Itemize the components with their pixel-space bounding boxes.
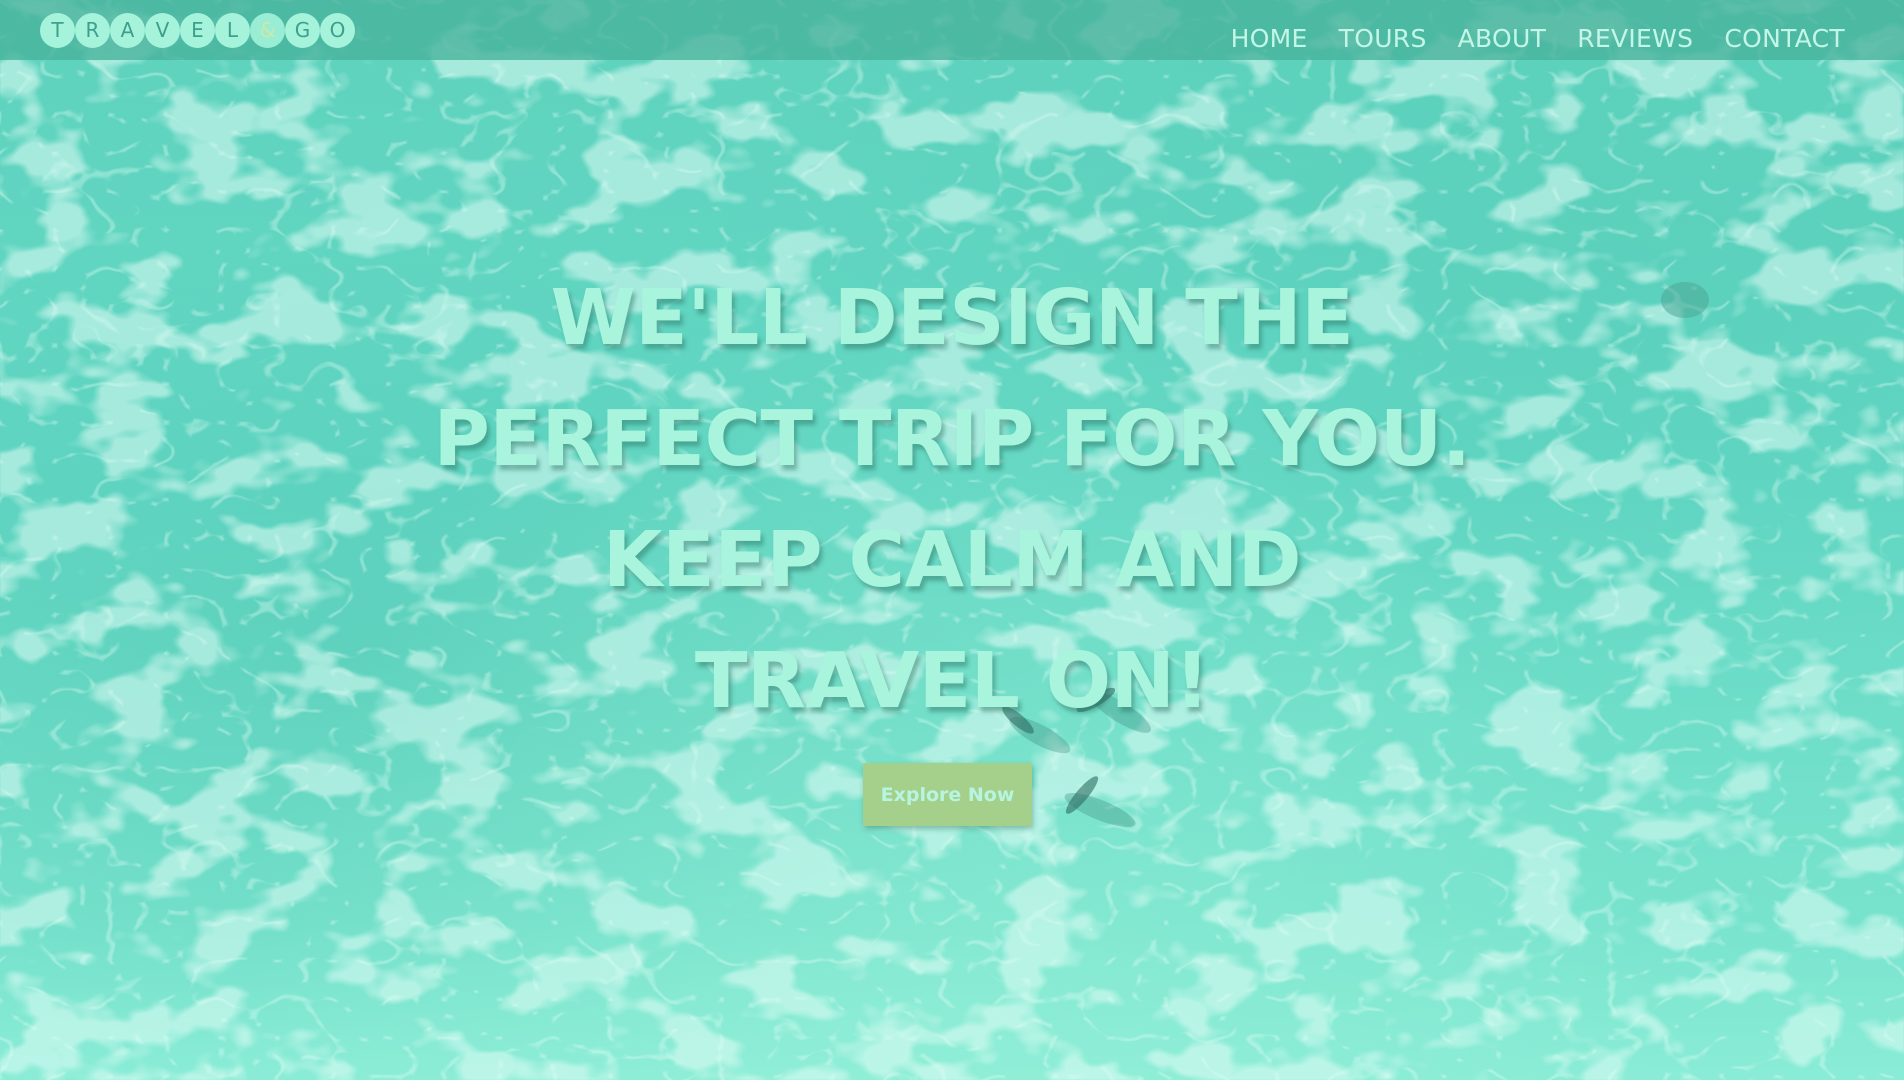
nav-home-link[interactable]: HOME bbox=[1231, 24, 1308, 53]
headline-line: KEEP CALM AND bbox=[602, 516, 1302, 605]
logo-letter: E bbox=[180, 12, 215, 48]
logo-letter: A bbox=[110, 12, 145, 48]
logo-ampersand: & bbox=[250, 12, 285, 48]
explore-now-button[interactable]: Explore Now bbox=[863, 763, 1032, 826]
headline-line: WE'LL DESIGN THE bbox=[550, 274, 1354, 363]
hero-headline: WE'LL DESIGN THE PERFECT TRIP FOR YOU. K… bbox=[0, 258, 1904, 742]
logo-letter: R bbox=[75, 12, 110, 48]
brand-logo[interactable]: T R A V E L & G O bbox=[40, 12, 355, 48]
nav-menu: HOME TOURS ABOUT REVIEWS CONTACT bbox=[1231, 24, 1845, 53]
top-navbar: T R A V E L & G O HOME TOURS ABOUT REVIE… bbox=[0, 0, 1904, 60]
logo-letter: L bbox=[215, 12, 250, 48]
nav-about-link[interactable]: ABOUT bbox=[1458, 24, 1547, 53]
logo-letter: V bbox=[145, 12, 180, 48]
logo-letter: O bbox=[320, 12, 355, 48]
headline-line: PERFECT TRIP FOR YOU. bbox=[433, 395, 1471, 484]
logo-letter: T bbox=[40, 12, 75, 48]
logo-letter: G bbox=[285, 12, 320, 48]
nav-tours-link[interactable]: TOURS bbox=[1339, 24, 1427, 53]
headline-line: TRAVEL ON! bbox=[694, 637, 1210, 726]
nav-contact-link[interactable]: CONTACT bbox=[1724, 24, 1845, 53]
nav-reviews-link[interactable]: REVIEWS bbox=[1577, 24, 1693, 53]
hero-section: T R A V E L & G O HOME TOURS ABOUT REVIE… bbox=[0, 0, 1904, 1080]
